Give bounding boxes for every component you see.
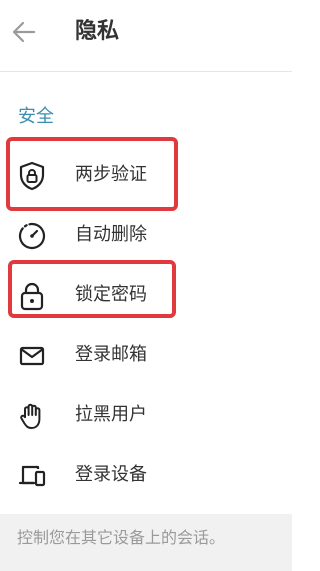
back-arrow-icon[interactable]	[10, 18, 38, 46]
hand-icon	[16, 400, 48, 432]
section-title-security: 安全	[18, 106, 54, 127]
menu-item-label: 自动删除	[75, 224, 147, 245]
highlight-box-passcode-lock	[8, 260, 176, 318]
menu-item-label: 拉黑用户	[75, 404, 147, 425]
page-title: 隐私	[75, 19, 120, 44]
menu-item-auto-delete[interactable]: 自动删除	[0, 207, 292, 263]
footer-text: 控制您在其它设备上的会话。	[17, 528, 226, 547]
highlight-box-two-step-verification	[6, 137, 178, 211]
menu-item-blocked-users[interactable]: 拉黑用户	[0, 387, 292, 443]
header-bar: 隐私	[0, 0, 292, 72]
menu-item-label: 登录邮箱	[75, 344, 147, 365]
privacy-page: 隐私 安全 两步验证 自动删除 锁定密码 登录邮箱 拉黑用户 登录设备 控制您在…	[0, 0, 292, 571]
timer-icon	[16, 220, 48, 252]
menu-item-login-devices[interactable]: 登录设备	[0, 447, 292, 503]
menu-item-label: 登录设备	[75, 464, 147, 485]
menu-item-login-email[interactable]: 登录邮箱	[0, 327, 292, 383]
mail-icon	[16, 340, 48, 372]
footer-hint: 控制您在其它设备上的会话。	[0, 514, 292, 571]
devices-icon	[16, 460, 48, 492]
